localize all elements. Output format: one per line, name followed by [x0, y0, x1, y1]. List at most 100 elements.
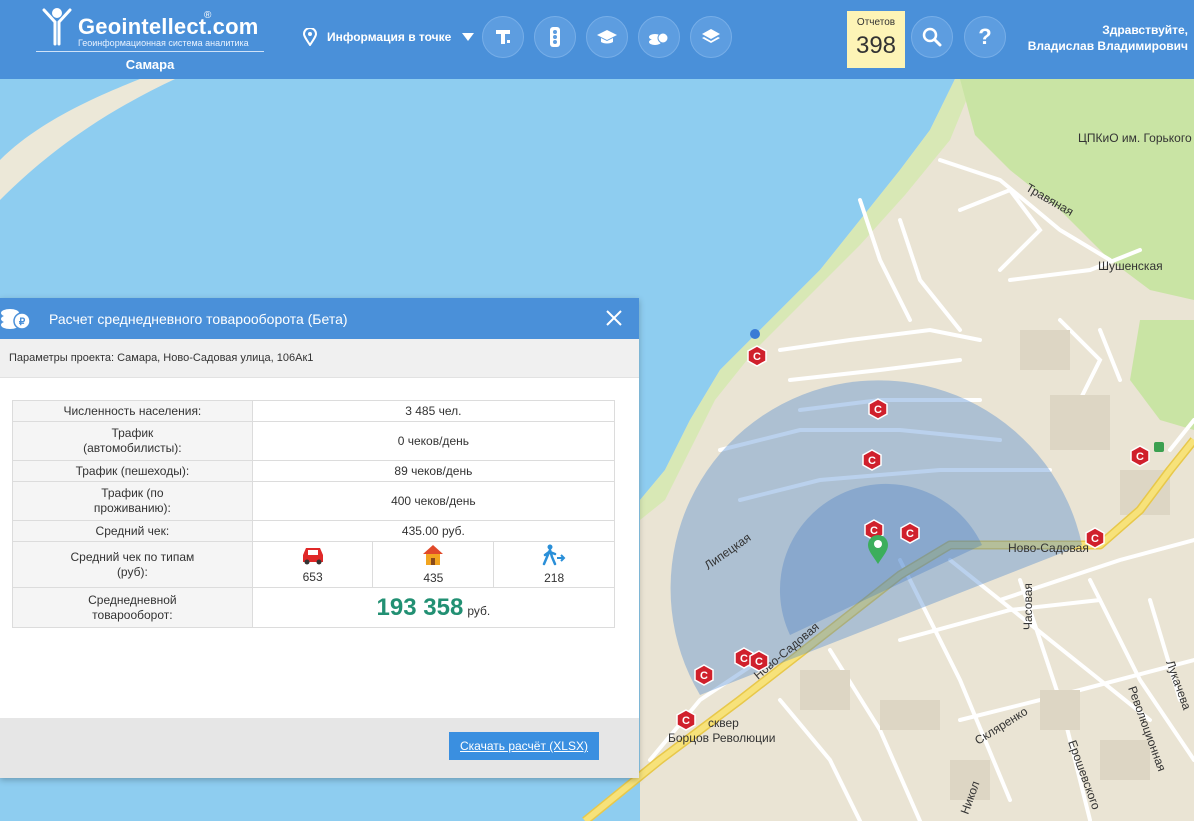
car-icon [302, 548, 323, 565]
info-point-dropdown[interactable]: Информация в точке [303, 28, 475, 46]
chevron-down-icon [462, 33, 475, 41]
download-xlsx-button[interactable]: Скачать расчёт (XLSX) [449, 732, 599, 760]
row-label: Средний чек: [12, 520, 253, 542]
user-name: Владислав Владимирович [1027, 39, 1188, 53]
search-icon [922, 27, 942, 47]
avg-check-pedestrian: 218 [493, 541, 615, 588]
avg-check-car-value: 653 [302, 570, 323, 584]
svg-text:C: C [755, 656, 763, 668]
coins-icon: ₽ [1, 309, 31, 330]
table-row: Трафик (по проживанию): 400 чеков/день [12, 481, 616, 521]
svg-text:C: C [868, 455, 876, 467]
project-parameters: Параметры проекта: Самара, Ново-Садовая … [0, 339, 639, 378]
brand-name: Geointellect.com [78, 14, 259, 39]
layers-button[interactable] [690, 16, 732, 58]
svg-text:C: C [682, 715, 690, 727]
stats-table: Численность населения: 3 485 чел. Трафик… [12, 400, 616, 628]
competitor-marker[interactable]: C [1085, 527, 1105, 549]
competitor-marker[interactable]: C [868, 398, 888, 420]
label-shushenskaya: Шушенская [1098, 259, 1163, 273]
layers-icon [702, 29, 720, 43]
row-label: Трафик (пешеходы): [12, 460, 253, 482]
reports-label: Отчетов [856, 17, 896, 28]
avg-check-home: 435 [372, 541, 495, 588]
svg-text:C: C [1091, 533, 1099, 545]
finance-button[interactable] [638, 16, 680, 58]
brand-tagline: Геоинформационная система аналитика [78, 38, 249, 48]
logo-divider [36, 51, 264, 52]
turnover-value: 193 358 руб. [251, 587, 616, 628]
help-button[interactable]: ? [964, 16, 1006, 58]
table-row: Трафик (пешеходы): 89 чеков/день [12, 460, 616, 482]
svg-text:C: C [740, 653, 748, 665]
greeting-line: Здравствуйте, [1102, 23, 1188, 37]
top-bar: Geointellect.com ® Геоинформационная сис… [0, 0, 1194, 79]
education-button[interactable] [586, 16, 628, 58]
row-value: 3 485 чел. [251, 400, 616, 422]
dialog-header: ₽ Расчет среднедневного товарооборота (Б… [0, 298, 639, 339]
turnover-number: 193 358 [376, 593, 464, 621]
avg-check-home-value: 435 [423, 571, 444, 585]
row-label: Средний чек по типам (руб): [12, 541, 253, 588]
logo[interactable]: Geointellect.com ® Геоинформационная сис… [36, 4, 266, 78]
competitor-marker[interactable]: C [749, 650, 769, 672]
svg-text:C: C [1136, 451, 1144, 463]
svg-text:C: C [906, 528, 914, 540]
svg-text:₽: ₽ [19, 317, 26, 328]
svg-text:C: C [700, 670, 708, 682]
svg-text:C: C [753, 351, 761, 363]
competitor-marker[interactable]: C [900, 522, 920, 544]
reports-count: 398 [855, 32, 897, 59]
traffic-light-button[interactable] [534, 16, 576, 58]
label-novo-sadovaya: Ново-Садовая [1008, 541, 1089, 555]
question-mark-icon: ? [978, 24, 992, 49]
competitor-marker[interactable]: C [676, 709, 696, 731]
competitor-marker[interactable]: C [862, 449, 882, 471]
row-label: Трафик (автомобилисты): [12, 421, 253, 461]
label-park: ЦПКиО им. Горького [1078, 131, 1192, 145]
avg-check-pedestrian-value: 218 [544, 571, 565, 585]
row-value: 0 чеков/день [251, 421, 616, 461]
row-label: Среднедневной товарооборот: [12, 587, 253, 628]
turnover-unit: руб. [467, 603, 491, 618]
table-row: Трафик (автомобилисты): 0 чеков/день [12, 421, 616, 461]
label-chasovaya: Часовая [1021, 583, 1035, 630]
traffic-t-button[interactable] [482, 16, 524, 58]
avg-check-car: 653 [251, 541, 374, 588]
info-point-label: Информация в точке [327, 30, 452, 44]
anchor-icon [750, 329, 760, 339]
row-label: Численность населения: [12, 400, 253, 422]
pedestrian-icon [542, 544, 566, 566]
competitor-marker[interactable]: C [1130, 445, 1150, 467]
search-button[interactable] [911, 16, 953, 58]
graduation-cap-icon [597, 30, 617, 44]
row-value: 89 чеков/день [251, 460, 616, 482]
table-row: Среднедневной товарооборот: 193 358 руб. [12, 587, 616, 628]
coins-icon [649, 32, 669, 45]
text-t-icon [496, 30, 510, 44]
logo-man-icon [42, 8, 72, 46]
dialog-title: Расчет среднедневного товарооборота (Бет… [49, 311, 348, 327]
table-row: Численность населения: 3 485 чел. [12, 400, 616, 422]
table-row: Средний чек по типам (руб): 653 435 218 [12, 541, 615, 588]
label-bortsov: Борцов Революции [668, 731, 775, 745]
city-name[interactable]: Самара [36, 57, 264, 72]
row-value: 435.00 руб. [251, 520, 616, 542]
turnover-calculation-dialog: ₽ Расчет среднедневного товарооборота (Б… [0, 298, 639, 778]
reports-counter[interactable]: Отчетов 398 [847, 11, 905, 68]
label-square: сквер [708, 716, 739, 730]
row-label: Трафик (по проживанию): [12, 481, 253, 521]
dialog-footer: Скачать расчёт (XLSX) [0, 718, 639, 778]
competitor-marker[interactable]: C [747, 345, 767, 367]
table-row: Средний чек: 435.00 руб. [12, 520, 616, 542]
fuel-icon [1154, 442, 1164, 452]
svg-text:C: C [874, 404, 882, 416]
competitor-marker[interactable]: C [694, 664, 714, 686]
map-pin-icon [303, 28, 317, 46]
close-icon[interactable] [605, 309, 623, 327]
traffic-light-icon [550, 27, 560, 47]
house-icon [423, 545, 444, 565]
registered-mark: ® [204, 10, 212, 21]
user-greeting[interactable]: Здравствуйте, Владислав Владимирович [1028, 22, 1188, 54]
row-value: 400 чеков/день [251, 481, 616, 521]
